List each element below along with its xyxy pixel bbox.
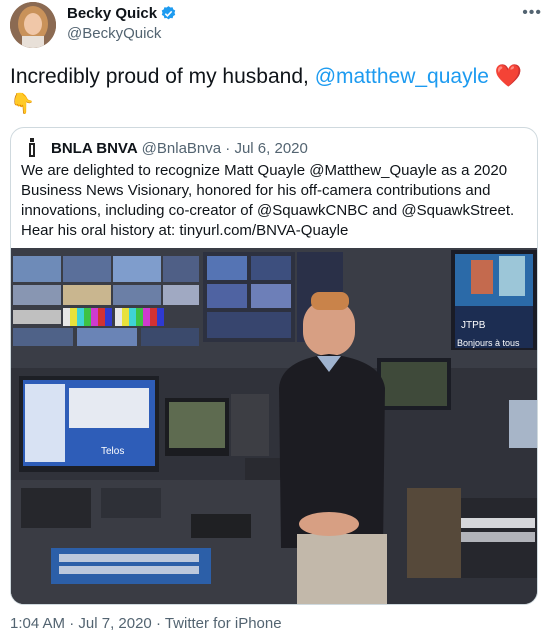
- quoted-text: We are delighted to recognize Matt Quayl…: [21, 162, 515, 239]
- photo-screen-text-2: Bonjours à tous: [457, 338, 520, 348]
- verified-badge-icon: [161, 6, 176, 20]
- footer-separator-1: ·: [65, 615, 79, 632]
- quoted-tweet[interactable]: BNLA BNVA @BnlaBnva · Jul 6, 2020 We are…: [10, 127, 538, 605]
- photo-monitor-text: Telos: [101, 446, 124, 457]
- author-handle[interactable]: @BeckyQuick: [67, 25, 161, 42]
- tweet-text: Incredibly proud of my husband, @matthew…: [10, 62, 540, 118]
- footer-separator-2: ·: [151, 615, 165, 632]
- avatar[interactable]: [10, 2, 56, 48]
- photo-screen-text-1: JTPB: [461, 320, 486, 331]
- quoted-author-handle: @BnlaBnva: [141, 139, 222, 157]
- tweet-header: Becky Quick @BeckyQuick •••: [10, 2, 546, 50]
- quoted-separator: ·: [221, 139, 235, 157]
- pointing-down-emoji: 👇: [10, 93, 35, 115]
- tweet-footer: 1:04 AM · Jul 7, 2020 · Twitter for iPho…: [10, 615, 282, 632]
- quoted-author-name: BNLA BNVA: [51, 139, 138, 157]
- mention-link[interactable]: @matthew_quayle: [315, 65, 489, 88]
- more-horizontal-icon[interactable]: •••: [522, 4, 542, 22]
- quoted-photo[interactable]: JTPB Bonjours à tous Telos: [11, 248, 537, 604]
- quoted-date: Jul 6, 2020: [234, 139, 308, 157]
- tweet-text-body: Incredibly proud of my husband,: [10, 65, 315, 88]
- bnla-logo-icon: [21, 137, 43, 159]
- author-name[interactable]: Becky Quick: [67, 5, 157, 22]
- heart-emoji: ❤️: [494, 63, 523, 88]
- tweet-date[interactable]: Jul 7, 2020: [78, 615, 151, 632]
- tweet-source[interactable]: Twitter for iPhone: [165, 615, 282, 632]
- tweet-time[interactable]: 1:04 AM: [10, 615, 65, 632]
